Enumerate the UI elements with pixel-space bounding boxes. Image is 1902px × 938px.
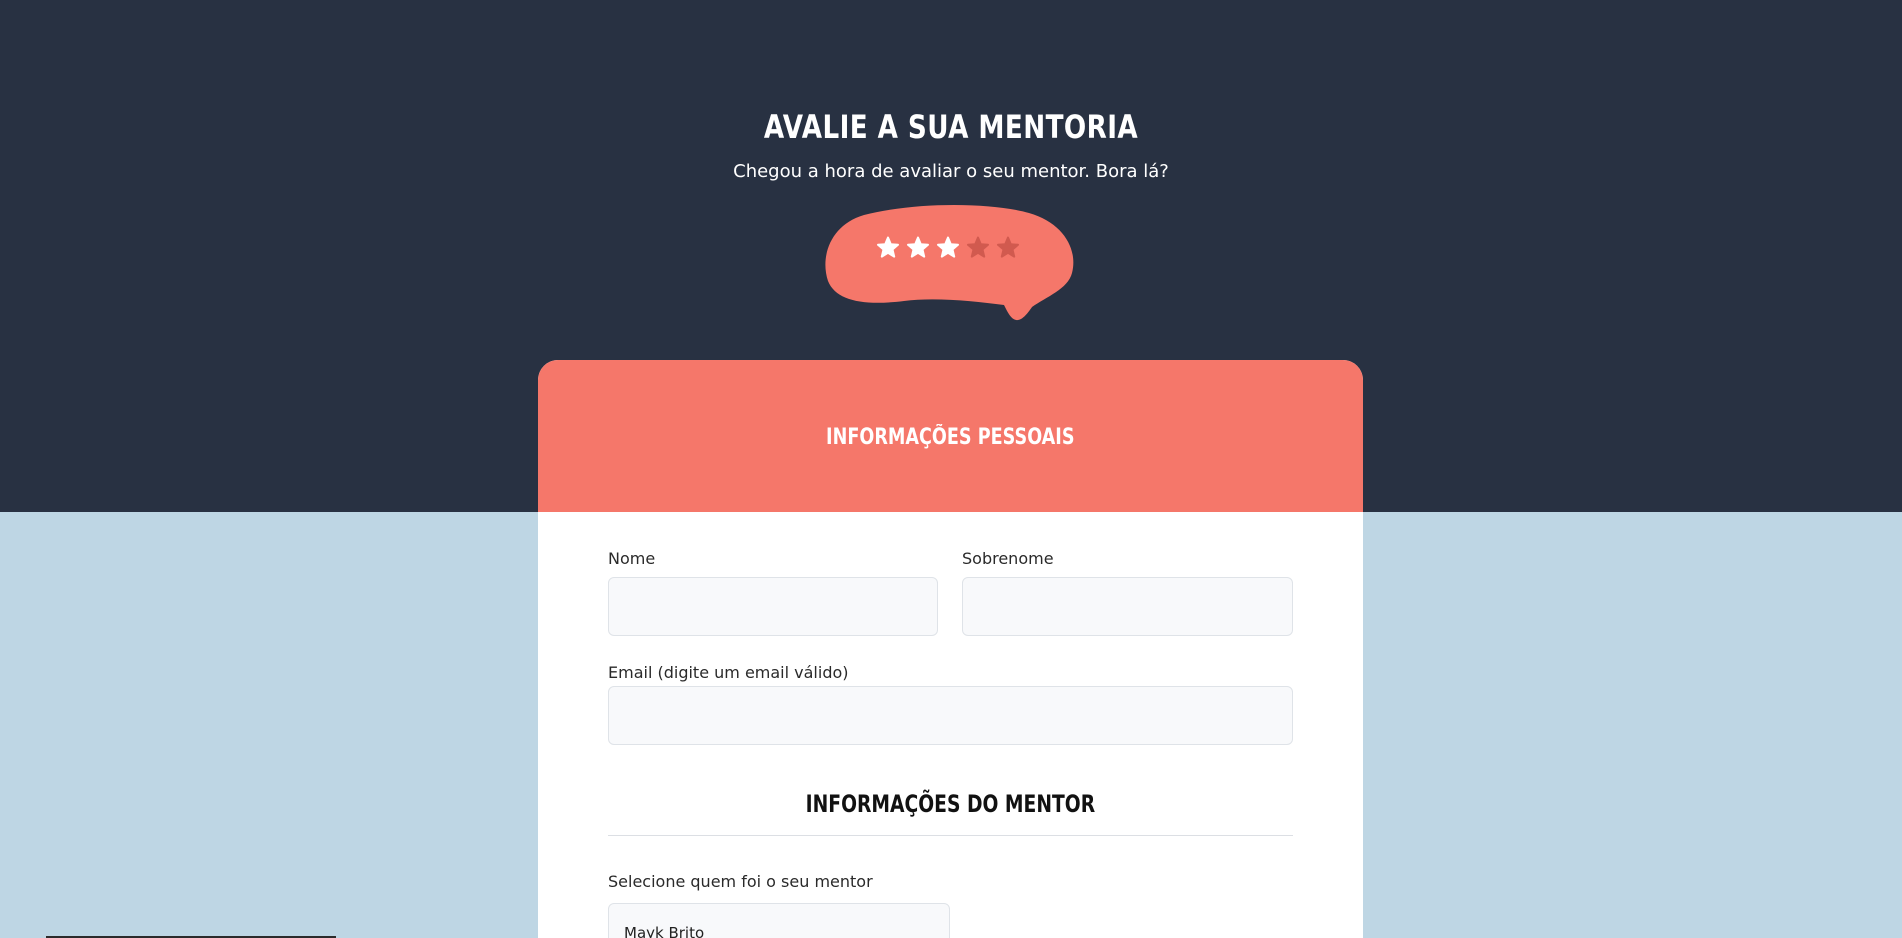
star-icon-5[interactable] [996,236,1020,260]
last-name-input[interactable] [962,577,1293,636]
page: AVALIE A SUA MENTORIA Chegou a hora de a… [0,0,1902,938]
last-name-label: Sobrenome [962,549,1054,568]
star-shape [997,236,1019,258]
email-input[interactable] [608,686,1293,745]
first-name-input[interactable] [608,577,938,636]
star-shape [937,236,959,258]
star-shape [907,236,929,258]
star-icon-1[interactable] [876,236,900,260]
mentor-select[interactable]: Mayk Brito [608,903,950,938]
star-shape [877,236,899,258]
star-icon-4[interactable] [966,236,990,260]
first-name-label: Nome [608,549,656,568]
page-title: AVALIE A SUA MENTORIA [763,108,1139,146]
star-icon-2[interactable] [906,236,930,260]
form-card: INFORMAÇÕES PESSOAIS Nome Sobrenome Emai… [538,360,1363,938]
star-rating[interactable] [876,236,1026,266]
section-divider [608,835,1293,836]
page-subtitle: Chegou a hora de avaliar o seu mentor. B… [733,161,1169,182]
card-header: INFORMAÇÕES PESSOAIS [538,360,1363,512]
star-shape [967,236,989,258]
mentor-select-label: Selecione quem foi o seu mentor [608,872,873,891]
card-header-title: INFORMAÇÕES PESSOAIS [826,424,1075,450]
email-label: Email (digite um email válido) [608,663,849,682]
star-icon-3[interactable] [936,236,960,260]
mentor-section-title: INFORMAÇÕES DO MENTOR [805,790,1096,818]
